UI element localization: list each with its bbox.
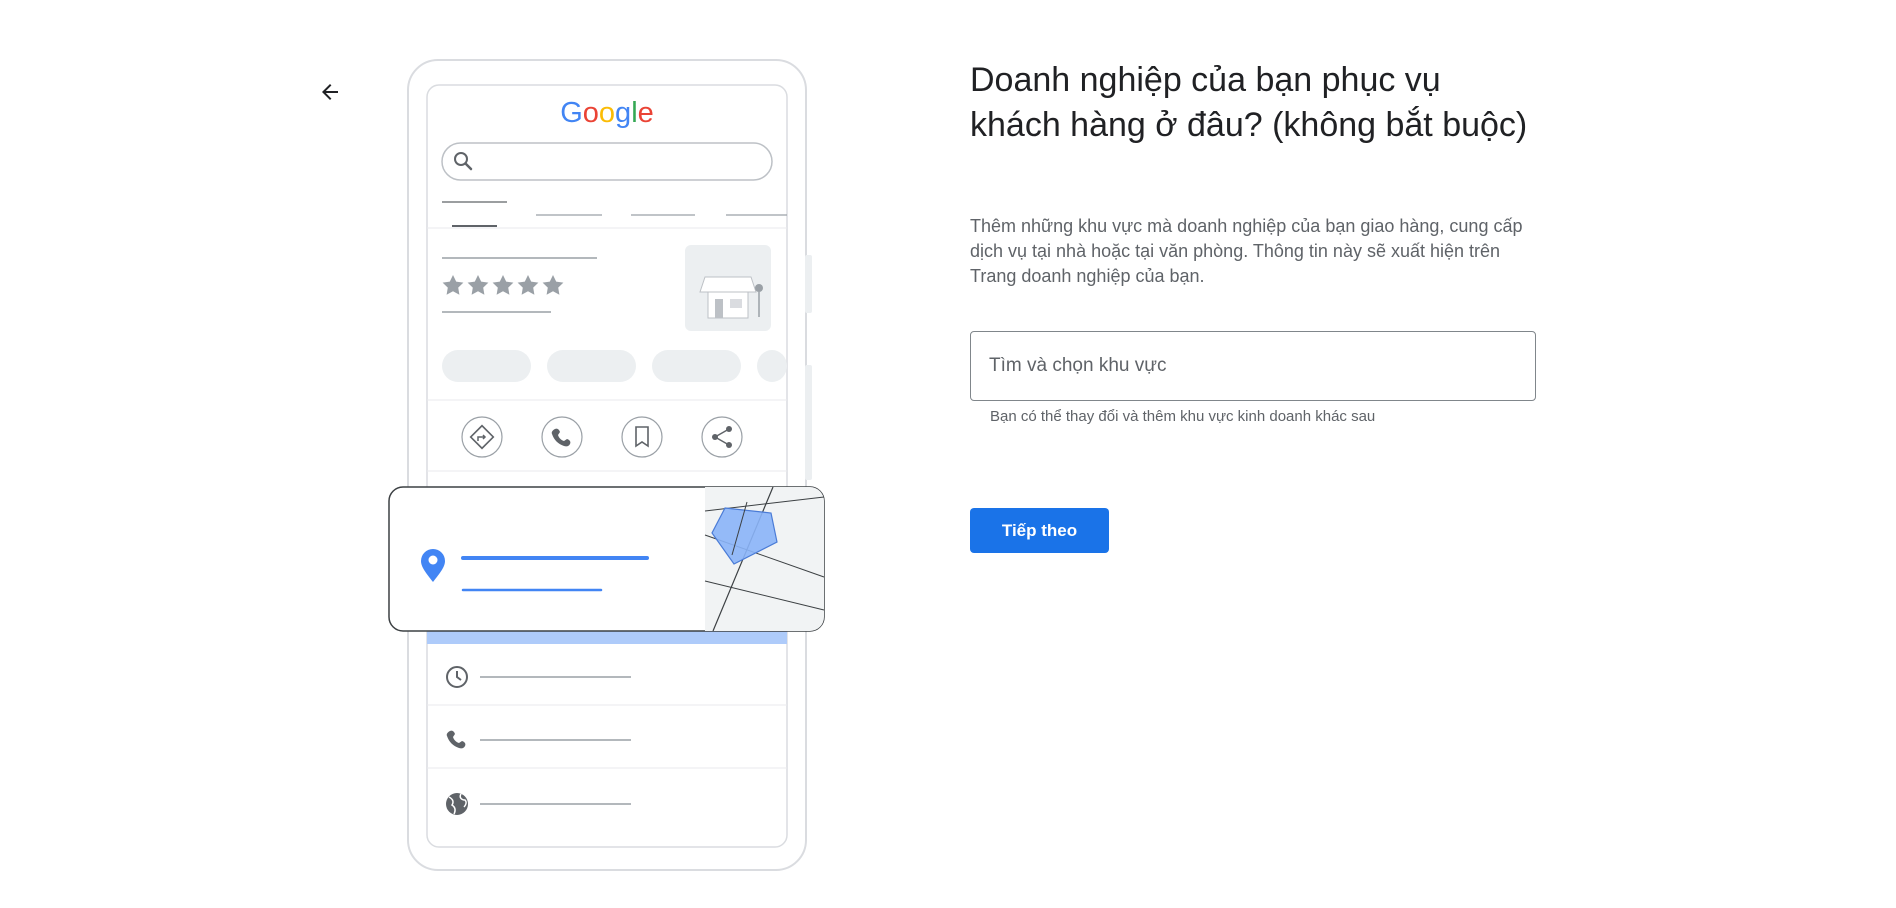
area-search-input[interactable] — [989, 332, 1509, 400]
area-search-field[interactable] — [970, 331, 1536, 401]
google-logo: Google — [560, 97, 654, 129]
mock-search-bar — [441, 142, 773, 181]
mock-chips — [442, 350, 787, 382]
business-profile-illustration: Google — [388, 59, 825, 871]
globe-icon — [446, 793, 468, 815]
page-description: Thêm những khu vực mà doanh nghiệp của b… — [970, 216, 1523, 286]
helper-text: Bạn có thể thay đổi và thêm khu vực kinh… — [990, 408, 1376, 425]
store-icon — [685, 245, 771, 331]
page-title: Doanh nghiệp của bạn phục vụ khách hàng … — [970, 61, 1528, 144]
arrow-left-icon — [322, 84, 338, 100]
service-area-card — [388, 486, 825, 644]
phone-frame — [407, 59, 812, 871]
next-button[interactable]: Tiếp theo — [970, 508, 1109, 553]
back-button[interactable] — [310, 72, 350, 112]
